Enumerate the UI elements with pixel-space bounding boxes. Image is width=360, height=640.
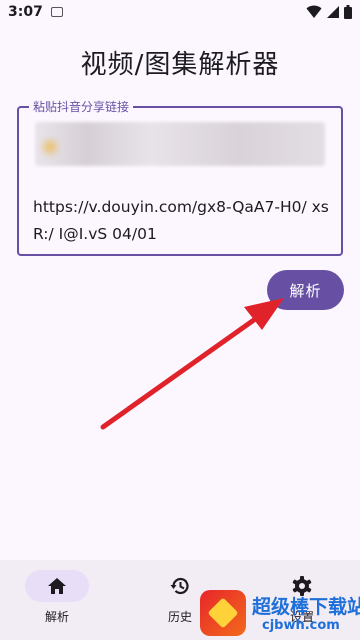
nav-item-parse[interactable]: 解析 — [7, 570, 107, 630]
status-bar: 3:07 — [0, 0, 360, 24]
share-link-input[interactable]: 粘贴抖音分享链接 https://v.douyin.com/gx8-QaA7-H… — [17, 98, 343, 256]
parse-button[interactable]: 解析 — [267, 270, 344, 310]
battery-icon — [344, 5, 352, 19]
watermark-logo-shape — [207, 597, 239, 629]
history-icon — [170, 577, 189, 595]
watermark-title: 超级棒下载站 — [252, 596, 360, 618]
signal-icon — [327, 6, 339, 18]
nav-label-parse: 解析 — [44, 610, 69, 624]
watermark: 超级棒下载站 cjbwh.com — [198, 586, 360, 640]
blurred-avatar — [43, 140, 57, 154]
share-link-label: 粘贴抖音分享链接 — [29, 98, 134, 115]
watermark-logo-icon — [200, 590, 246, 636]
watermark-url: cjbwh.com — [262, 618, 340, 633]
status-time: 3:07 — [8, 4, 43, 20]
nav-pill-parse — [25, 570, 89, 602]
page-title: 视频/图集解析器 — [80, 50, 280, 80]
wifi-icon — [306, 5, 322, 18]
home-icon — [48, 578, 66, 594]
blurred-preview — [35, 122, 325, 166]
annotation-arrow — [100, 298, 284, 430]
nav-label-history: 历史 — [167, 610, 192, 624]
status-left: 3:07 — [8, 4, 63, 20]
keyboard-icon — [50, 7, 63, 17]
share-link-value: https://v.douyin.com/gx8-QaA7-H0/ xsR:/ … — [33, 198, 329, 243]
status-right — [306, 5, 352, 19]
